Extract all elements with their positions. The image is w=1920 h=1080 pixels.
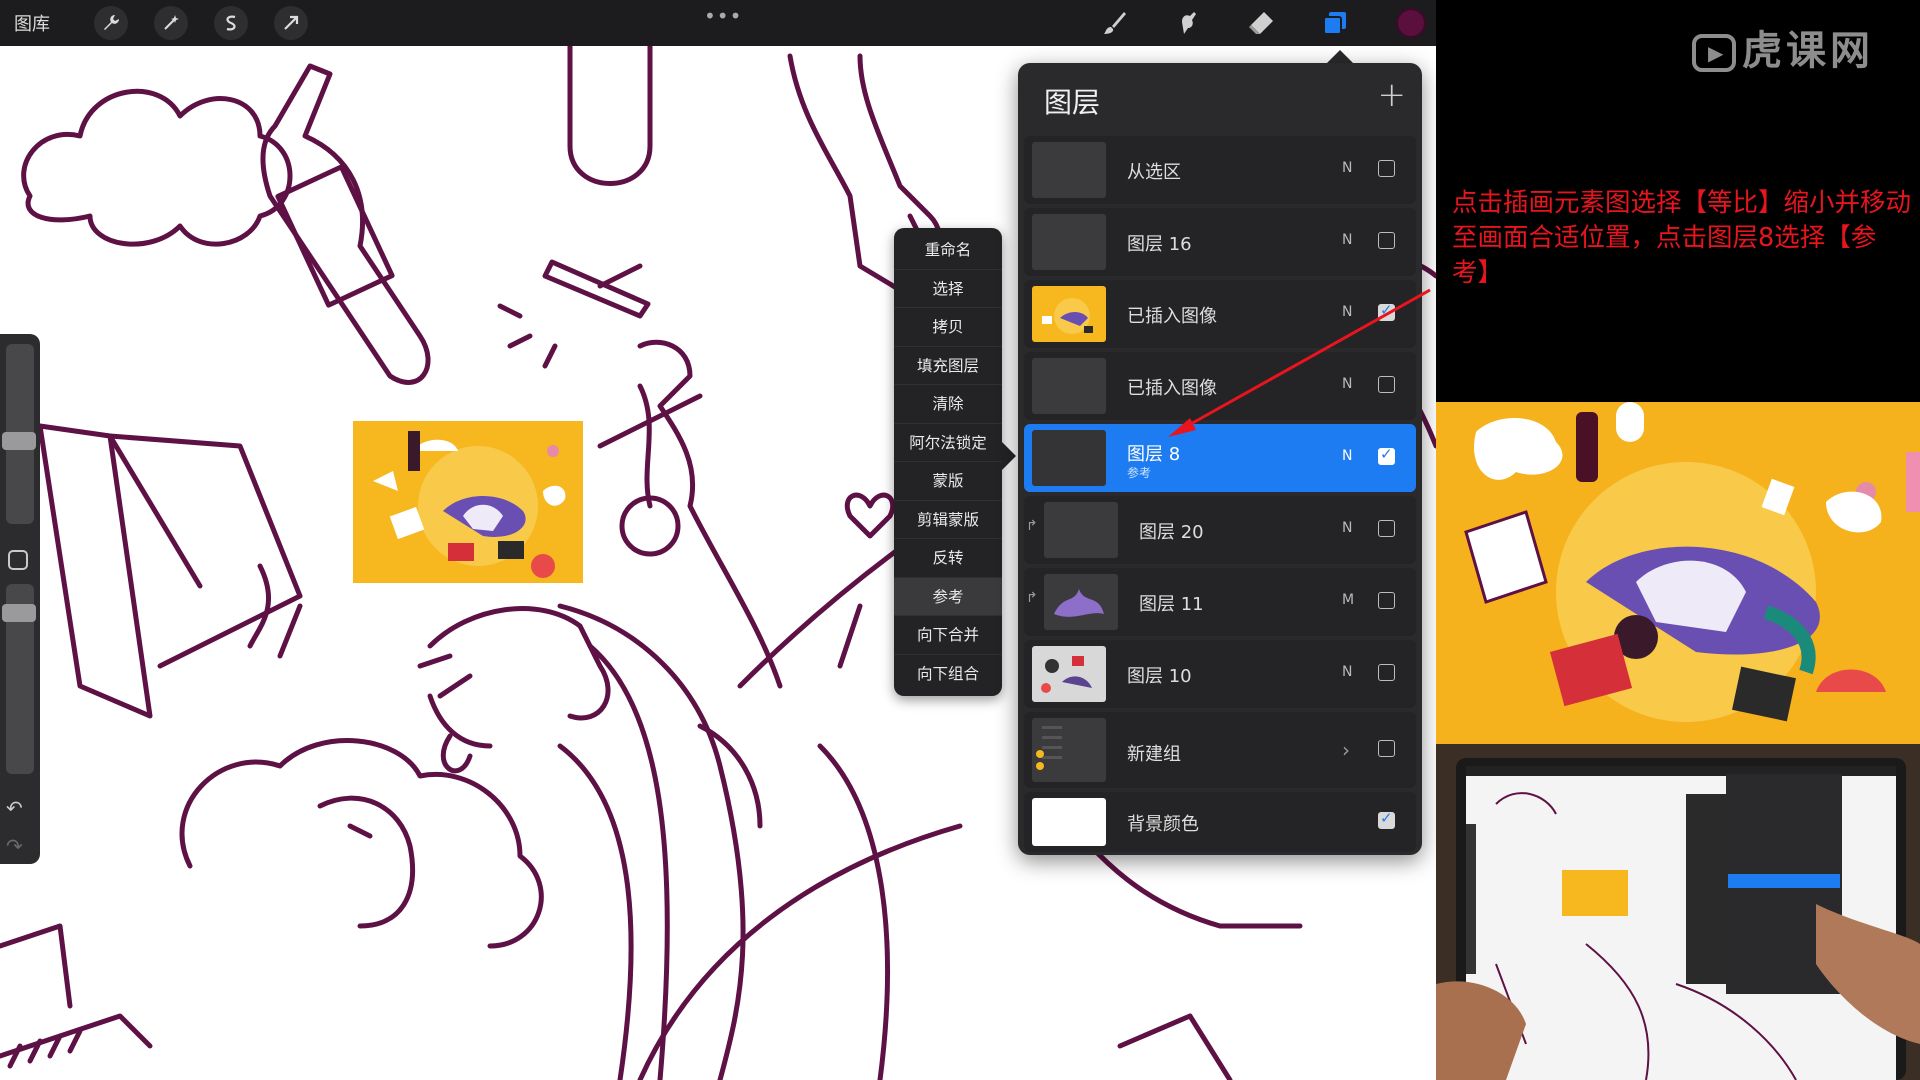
reference-art xyxy=(1464,402,1920,722)
reference-illustration xyxy=(1436,402,1920,744)
play-logo-icon xyxy=(1692,34,1736,72)
instruction-text: 点击插画元素图选择【等比】缩小并移动至画面合适位置，点击图层8选择【参考】 xyxy=(1452,188,1912,288)
ipad-photo-art xyxy=(1436,744,1920,1080)
brand-text: 虎课网 xyxy=(1742,28,1874,74)
camera-photo xyxy=(1436,744,1920,1080)
annotation-arrow xyxy=(1168,288,1431,437)
procreate-app: 图库 ••• ↶ ↷ 重命名 选择 拷贝 填充图层 清除 阿尔法锁定 蒙版 剪辑… xyxy=(0,0,1436,1080)
brand-logo: 虎课网 xyxy=(1692,18,1874,76)
